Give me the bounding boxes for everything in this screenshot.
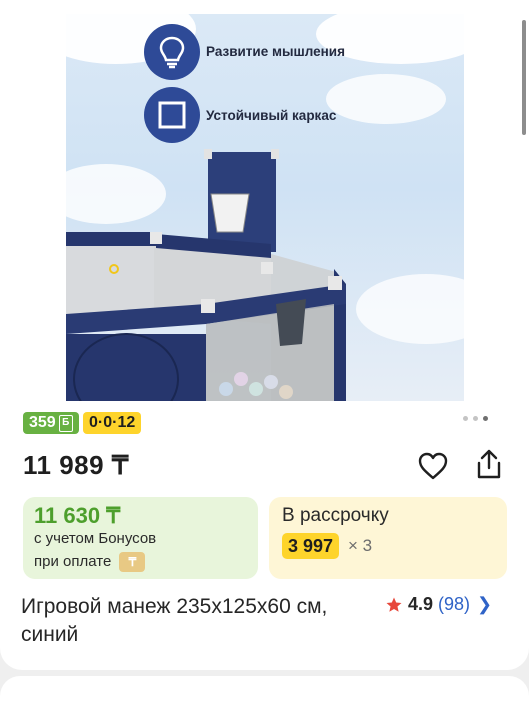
playpen-illustration xyxy=(66,149,346,401)
favorite-button[interactable] xyxy=(416,449,450,483)
scrollbar[interactable] xyxy=(522,20,526,135)
installment-amount: 3 997 xyxy=(282,533,340,559)
gallery-dot[interactable] xyxy=(463,416,468,421)
installment-multiplier: × 3 xyxy=(348,536,373,555)
chevron-right-icon: ❯ xyxy=(477,594,493,614)
share-button[interactable] xyxy=(472,447,506,481)
bonus-price: 11 630 ₸ xyxy=(34,503,121,528)
star-icon xyxy=(386,597,402,612)
next-section-card xyxy=(0,676,529,716)
reviews-count: (98) xyxy=(438,594,471,614)
bonus-note-line2: при оплате xyxy=(34,552,112,570)
installment-title: В рассрочку xyxy=(282,505,389,526)
share-icon xyxy=(477,449,501,479)
product-image[interactable]: Развитие мышления Устойчивый каркас xyxy=(66,14,464,401)
bonus-price-box[interactable]: 11 630 ₸ с учетом Бонусов при оплате ₸ xyxy=(23,497,258,579)
installment-badge: 0·0·12 xyxy=(83,412,142,434)
bonus-badge: 359 Б xyxy=(23,412,79,434)
wallet-icon: ₸ xyxy=(119,552,146,572)
gallery-dot[interactable] xyxy=(483,416,488,421)
installment-box[interactable]: В рассрочку 3 997 × 3 xyxy=(269,497,507,579)
rating-value: 4.9 xyxy=(408,594,434,614)
rating-link[interactable]: 4.9 (98) ❯ xyxy=(385,594,492,615)
bonus-coin-icon: Б xyxy=(58,414,73,432)
gallery-dots xyxy=(463,416,488,421)
heart-icon xyxy=(418,452,448,480)
bonus-note-line1: с учетом Бонусов xyxy=(34,530,157,547)
bonus-amount: 359 xyxy=(29,414,56,431)
product-price: 11 989 ₸ xyxy=(23,450,129,480)
product-title: Игровой манеж 235х125х60 см, синий xyxy=(21,595,328,646)
gallery-dot[interactable] xyxy=(473,416,478,421)
